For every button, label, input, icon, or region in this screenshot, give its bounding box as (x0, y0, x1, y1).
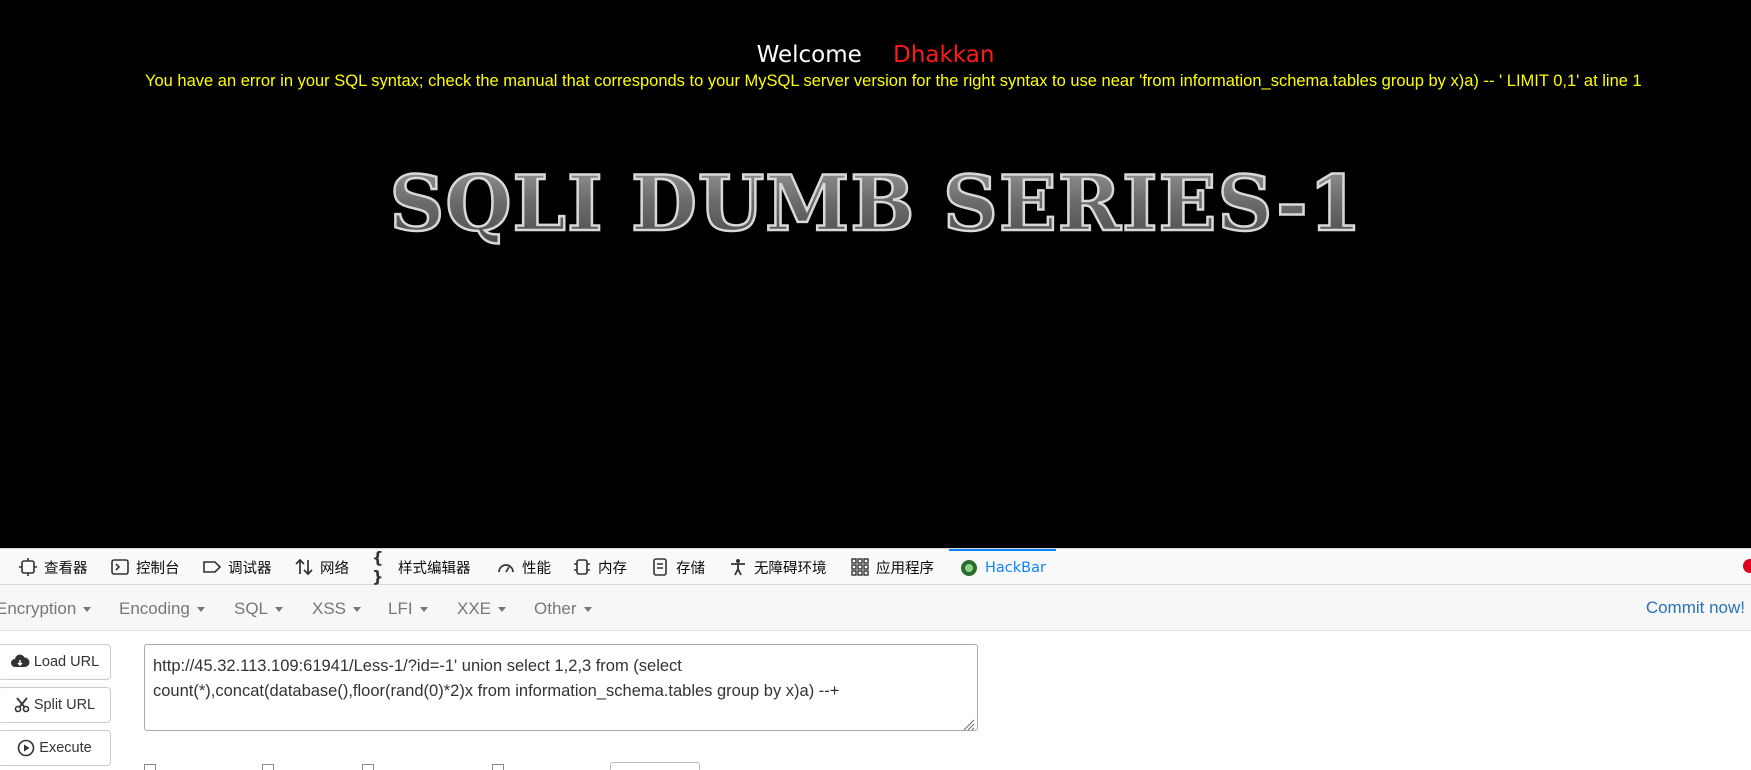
tab-hackbar[interactable]: HackBar (949, 549, 1056, 585)
tab-style-editor[interactable]: { } 样式编辑器 (372, 548, 471, 586)
tab-storage[interactable]: 存储 (650, 549, 705, 585)
resize-grip-icon[interactable] (961, 714, 975, 731)
split-url-button[interactable]: Split URL (0, 687, 111, 723)
sqli-logo: SQLI DUMB SERIES-1 (0, 150, 1751, 254)
performance-icon (496, 557, 516, 577)
option-checkbox[interactable] (492, 764, 504, 770)
caret-down-icon (275, 607, 284, 613)
caret-down-icon (83, 607, 92, 613)
memory-icon (572, 557, 592, 577)
scissors-icon (14, 697, 30, 713)
menu-encoding[interactable]: Encoding (119, 599, 205, 619)
url-textarea[interactable]: http://45.32.113.109:61941/Less-1/?id=-1… (144, 644, 978, 731)
caret-down-icon (583, 607, 592, 613)
caret-down-icon (353, 607, 362, 613)
application-icon (850, 557, 870, 577)
caret-down-icon (498, 607, 507, 613)
style-editor-icon: { } (372, 548, 384, 586)
option-input[interactable] (610, 762, 700, 770)
sql-error-message: You have an error in your SQL syntax; ch… (145, 72, 1642, 90)
error-indicator-icon[interactable] (1743, 559, 1751, 573)
menu-other[interactable]: Other (534, 599, 592, 619)
menu-encryption[interactable]: Encryption (0, 599, 92, 619)
network-icon (294, 557, 314, 577)
tab-debugger[interactable]: 调试器 (202, 549, 272, 585)
tab-accessibility[interactable]: 无障碍环境 (728, 549, 827, 585)
options-row (144, 760, 844, 770)
accessibility-icon (728, 557, 748, 577)
menu-xxe[interactable]: XXE (457, 599, 507, 619)
hackbar-menubar: Encryption Encoding SQL XSS LFI XXE Othe… (0, 585, 1751, 631)
devtools-tabbar: 查看器 控制台 调试器 网络 { } 样式编辑器 性能 内存 存储 无障碍环境 … (0, 548, 1751, 586)
sqli-page: Welcome Dhakkan You have an error in you… (0, 0, 1751, 548)
url-line-1: http://45.32.113.109:61941/Less-1/?id=-1… (153, 657, 682, 675)
tab-memory[interactable]: 内存 (572, 549, 627, 585)
tab-performance[interactable]: 性能 (496, 549, 551, 585)
option-checkbox[interactable] (262, 764, 274, 770)
tab-application[interactable]: 应用程序 (850, 549, 934, 585)
execute-button[interactable]: Execute (0, 730, 111, 766)
user-name: Dhakkan (893, 42, 995, 68)
menu-lfi[interactable]: LFI (388, 599, 428, 619)
debugger-icon (202, 557, 222, 577)
option-checkbox[interactable] (144, 764, 156, 770)
console-icon (110, 557, 130, 577)
cloud-download-icon (10, 654, 30, 670)
devtools-panel: 查看器 控制台 调试器 网络 { } 样式编辑器 性能 内存 存储 无障碍环境 … (0, 548, 1751, 770)
welcome-line: Welcome Dhakkan (0, 42, 1751, 68)
play-circle-icon (17, 739, 35, 757)
inspector-icon (18, 557, 38, 577)
menu-xss[interactable]: XSS (312, 599, 362, 619)
logo-text: SQLI DUMB SERIES-1 (389, 159, 1362, 248)
hackbar-icon (959, 558, 979, 578)
tab-inspector[interactable]: 查看器 (18, 549, 88, 585)
load-url-button[interactable]: Load URL (0, 644, 111, 680)
commit-now-link[interactable]: Commit now! (1646, 598, 1745, 618)
option-checkbox[interactable] (362, 764, 374, 770)
caret-down-icon (196, 607, 205, 613)
url-line-2: count(*),concat(database(),floor(rand(0)… (153, 682, 840, 700)
menu-sql[interactable]: SQL (234, 599, 284, 619)
caret-down-icon (419, 607, 428, 613)
tab-network[interactable]: 网络 (294, 549, 349, 585)
tab-console[interactable]: 控制台 (110, 549, 180, 585)
welcome-label: Welcome (756, 42, 862, 68)
storage-icon (650, 557, 670, 577)
